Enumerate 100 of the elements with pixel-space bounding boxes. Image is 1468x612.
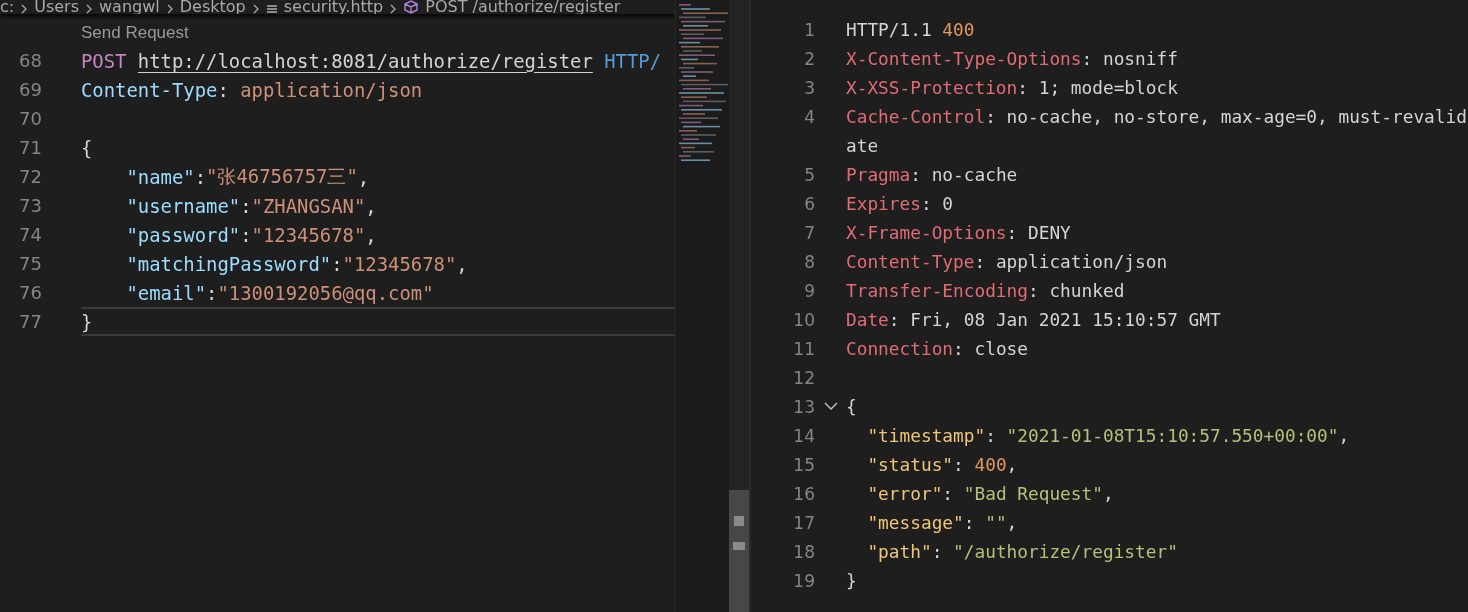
- line-number: 71: [18, 137, 42, 158]
- header-name: Expires: [846, 193, 921, 214]
- json-string: "2021-01-08T15:10:57.550+00:00": [1006, 425, 1339, 446]
- line-number: 74: [18, 224, 42, 245]
- chevron-right-icon: [165, 4, 174, 14]
- cube-icon: [403, 0, 420, 14]
- chevron-right-icon: [20, 4, 29, 14]
- line-number: 15: [792, 454, 815, 475]
- line-number: 19: [792, 570, 815, 591]
- brace: {: [81, 136, 93, 159]
- code-text: :: [985, 425, 996, 446]
- header-name: X-XSS-Protection: [846, 77, 1018, 98]
- chevron-down-icon[interactable]: [823, 402, 838, 411]
- line-number: 68: [18, 50, 42, 71]
- header-value: application/json: [240, 78, 423, 101]
- json-key: "path": [867, 541, 932, 562]
- line-number: 11: [792, 338, 815, 359]
- code-text: ,: [456, 252, 468, 275]
- chevron-right-icon: [251, 4, 260, 14]
- header-name: Pragma: [846, 164, 911, 185]
- json-key: "status": [867, 454, 954, 475]
- code-text: : 1; mode=block: [1017, 77, 1178, 98]
- line-number: 13: [792, 396, 815, 417]
- code-text: :: [217, 78, 230, 101]
- header-name: X-Content-Type-Options: [846, 48, 1082, 69]
- code-text: : chunked: [1028, 280, 1125, 301]
- code-text: }: [846, 570, 857, 591]
- line-number: 8: [803, 251, 815, 272]
- line-number: 6: [803, 193, 815, 214]
- line-number: 4: [803, 106, 815, 127]
- code-text: : Fri, 08 Jan 2021 15:10:57 GMT: [888, 309, 1221, 330]
- json-string: "1300192056@qq.com": [217, 281, 434, 304]
- http-version: HTTP/: [604, 49, 662, 72]
- scrollbar-thumb[interactable]: [729, 490, 749, 612]
- line-number: 2: [803, 48, 815, 69]
- json-number: 400: [942, 19, 975, 40]
- code-text: :: [942, 483, 954, 504]
- json-string: "12345678": [251, 223, 366, 246]
- json-number: 400: [974, 454, 1007, 475]
- json-string: "": [985, 512, 1007, 533]
- json-string: "12345678": [342, 252, 457, 275]
- header-name: Cache-Control: [846, 106, 986, 127]
- code-text: {: [846, 396, 857, 417]
- line-number: 69: [18, 79, 42, 100]
- header-name: Transfer-Encoding: [846, 280, 1028, 301]
- line-number: 73: [18, 195, 42, 216]
- line-number: 12: [792, 367, 815, 388]
- code-text: :: [240, 194, 252, 217]
- json-string: "/authorize/register": [953, 541, 1178, 562]
- line-number: 3: [803, 77, 815, 98]
- chevron-right-icon: [389, 4, 398, 14]
- line-number: 77: [18, 311, 42, 332]
- code-text: ,: [1338, 425, 1350, 446]
- json-key: "timestamp": [867, 425, 986, 446]
- http-method: POST: [81, 49, 127, 72]
- header-name: Content-Type: [846, 251, 975, 272]
- breadcrumb-item[interactable]: Users: [34, 0, 79, 14]
- header-name: Content-Type: [81, 78, 218, 101]
- code-text: :: [931, 541, 943, 562]
- send-request-link[interactable]: Send Request: [81, 23, 189, 42]
- line-number: 7: [803, 222, 815, 243]
- breadcrumb-item[interactable]: c:: [0, 0, 15, 14]
- line-number: 72: [18, 166, 42, 187]
- code-text: : application/json: [974, 251, 1168, 272]
- code-text: ,: [365, 223, 377, 246]
- line-number: 10: [792, 309, 815, 330]
- json-key: "password": [126, 223, 241, 246]
- line-number: 16: [792, 483, 815, 504]
- json-key: "email": [126, 281, 207, 304]
- code-text: : no-cache, no-store, max-age=0, must-revalid: [985, 106, 1467, 127]
- line-number: 70: [18, 108, 42, 129]
- brace: }: [81, 310, 93, 333]
- code-text: : nosniff: [1081, 48, 1178, 69]
- code-text: : no-cache: [910, 164, 1018, 185]
- code-text: ,: [1102, 483, 1114, 504]
- code-text: : 0: [920, 193, 954, 214]
- file-lines-icon: [265, 4, 278, 14]
- code-text: :: [331, 252, 343, 275]
- header-name: X-Frame-Options: [846, 222, 1007, 243]
- line-number: 1: [803, 19, 815, 40]
- header-name: Date: [846, 309, 889, 330]
- code-text: ,: [365, 194, 377, 217]
- json-string: "ZHANGSAN": [251, 194, 366, 217]
- code-text: :: [963, 512, 975, 533]
- code-text: ,: [1006, 512, 1018, 533]
- code-text: ,: [357, 165, 370, 188]
- line-number: 9: [803, 280, 815, 301]
- header-name: Connection: [846, 338, 954, 359]
- code-text: : close: [953, 338, 1028, 359]
- request-url[interactable]: http://localhost:8081/authorize/register: [137, 49, 593, 72]
- code-text: ate: [846, 135, 879, 156]
- code-text: HTTP/1.1: [846, 19, 932, 40]
- json-key: "matchingPassword": [126, 252, 332, 275]
- code-text: :: [194, 165, 207, 188]
- line-number: 18: [792, 541, 815, 562]
- line-number: 5: [803, 164, 815, 185]
- json-key: "username": [126, 194, 241, 217]
- line-number: 17: [792, 512, 815, 533]
- chevron-right-icon: [85, 4, 93, 14]
- code-text: ,: [1006, 454, 1018, 475]
